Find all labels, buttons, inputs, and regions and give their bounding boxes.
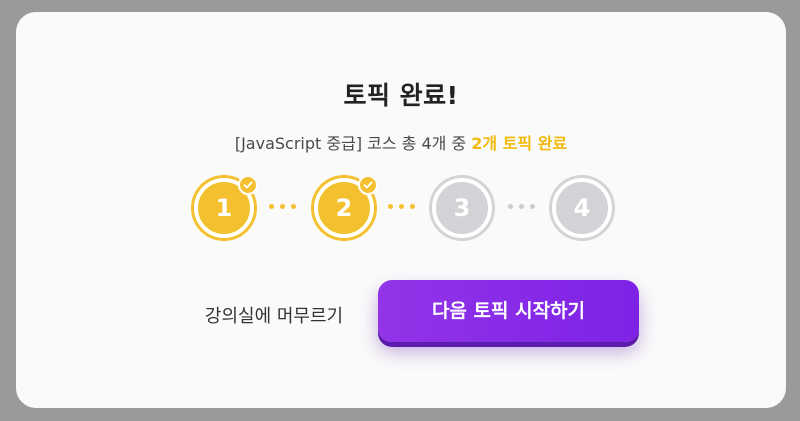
start-next-topic-button[interactable]: 다음 토픽 시작하기 [378,280,639,342]
step-2: 2 [314,175,378,238]
step-connector [508,204,536,210]
check-icon [358,175,378,195]
dialog-title: 토픽 완료! [343,81,459,110]
progress-steps: 1 2 3 4 [16,175,786,240]
step-number: 4 [559,185,605,231]
step-connector [269,204,297,210]
step-3: 3 [432,178,492,238]
check-icon [238,175,258,195]
step-number: 3 [439,185,485,231]
progress-summary: [JavaScript 중급] 코스 총 4개 중 2개 토픽 완료 [16,130,786,154]
step-connector [388,204,416,210]
progress-summary-text: [JavaScript 중급] 코스 총 4개 중 [234,134,472,153]
topic-complete-dialog: 토픽 완료! [JavaScript 중급] 코스 총 4개 중 2개 토픽 완… [16,12,786,408]
step-4: 4 [552,178,612,238]
step-1: 1 [194,175,258,238]
progress-summary-highlight: 2개 토픽 완료 [471,134,568,153]
stay-in-classroom-button[interactable]: 강의실에 머무르기 [194,302,354,328]
